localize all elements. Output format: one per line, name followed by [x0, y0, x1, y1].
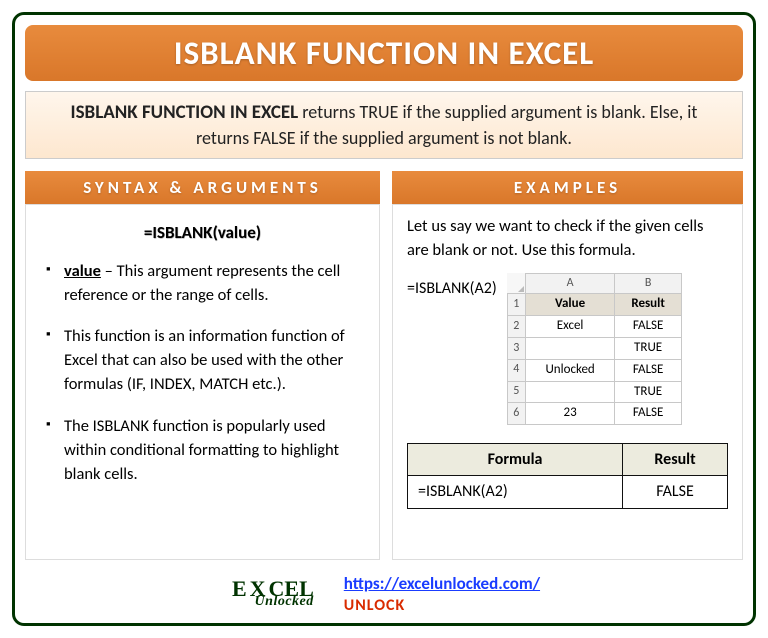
- description-box: ISBLANK FUNCTION IN EXCEL returns TRUE i…: [25, 91, 743, 159]
- page-title: ISBLANK FUNCTION IN EXCEL: [35, 33, 733, 73]
- result-value-cell: FALSE: [623, 476, 728, 508]
- argument-item: value – This argument represents the cel…: [46, 260, 365, 308]
- examples-heading: EXAMPLES: [392, 171, 743, 204]
- row-header: 1: [507, 294, 525, 316]
- table-row: 2ExcelFALSE: [507, 316, 681, 338]
- argument-name: value: [64, 261, 101, 281]
- example-intro: Let us say we want to check if the given…: [407, 215, 728, 263]
- examples-panel: Let us say we want to check if the given…: [392, 204, 743, 560]
- col-header-a: A: [525, 273, 615, 293]
- table-row: 5TRUE: [507, 381, 681, 403]
- logo-subtitle: Unlocked: [232, 596, 314, 608]
- result-formula-cell: =ISBLANK(A2): [408, 476, 623, 508]
- table-row: 3TRUE: [507, 337, 681, 359]
- table-header-result: Result: [615, 294, 681, 316]
- table-row: =ISBLANK(A2) FALSE: [408, 476, 728, 508]
- example-formula: =ISBLANK(A2): [407, 273, 497, 300]
- note-item: The ISBLANK function is popularly used w…: [46, 415, 365, 487]
- result-table: Formula Result =ISBLANK(A2) FALSE: [407, 443, 728, 508]
- col-header-b: B: [615, 273, 681, 293]
- syntax-column: SYNTAX & ARGUMENTS =ISBLANK(value) value…: [25, 171, 380, 560]
- excel-unlocked-logo: EXCEL Unlocked: [228, 580, 314, 609]
- syntax-heading: SYNTAX & ARGUMENTS: [25, 171, 380, 204]
- title-bar: ISBLANK FUNCTION IN EXCEL: [25, 25, 743, 81]
- argument-description: – This argument represents the cell refe…: [64, 261, 340, 305]
- website-link[interactable]: https://excelunlocked.com/: [344, 573, 540, 594]
- description-lead: ISBLANK FUNCTION IN EXCEL: [71, 101, 299, 124]
- note-item: This function is an information function…: [46, 325, 365, 397]
- table-row: 623FALSE: [507, 403, 681, 425]
- syntax-panel: =ISBLANK(value) value – This argument re…: [25, 204, 380, 560]
- table-row: 4UnlockedFALSE: [507, 359, 681, 381]
- examples-column: EXAMPLES Let us say we want to check if …: [392, 171, 743, 560]
- example-spreadsheet: A B 1 Value Result 2ExcelFALSE 3TRUE 4Un…: [507, 273, 682, 425]
- unlock-label: UNLOCK: [344, 596, 540, 615]
- infographic-frame: ISBLANK FUNCTION IN EXCEL ISBLANK FUNCTI…: [12, 12, 756, 626]
- table-header-value: Value: [525, 294, 615, 316]
- sheet-corner: [507, 273, 525, 293]
- footer: EXCEL Unlocked https://excelunlocked.com…: [15, 573, 753, 615]
- result-header-result: Result: [623, 444, 728, 476]
- syntax-formula: =ISBLANK(value): [40, 221, 365, 246]
- result-header-formula: Formula: [408, 444, 623, 476]
